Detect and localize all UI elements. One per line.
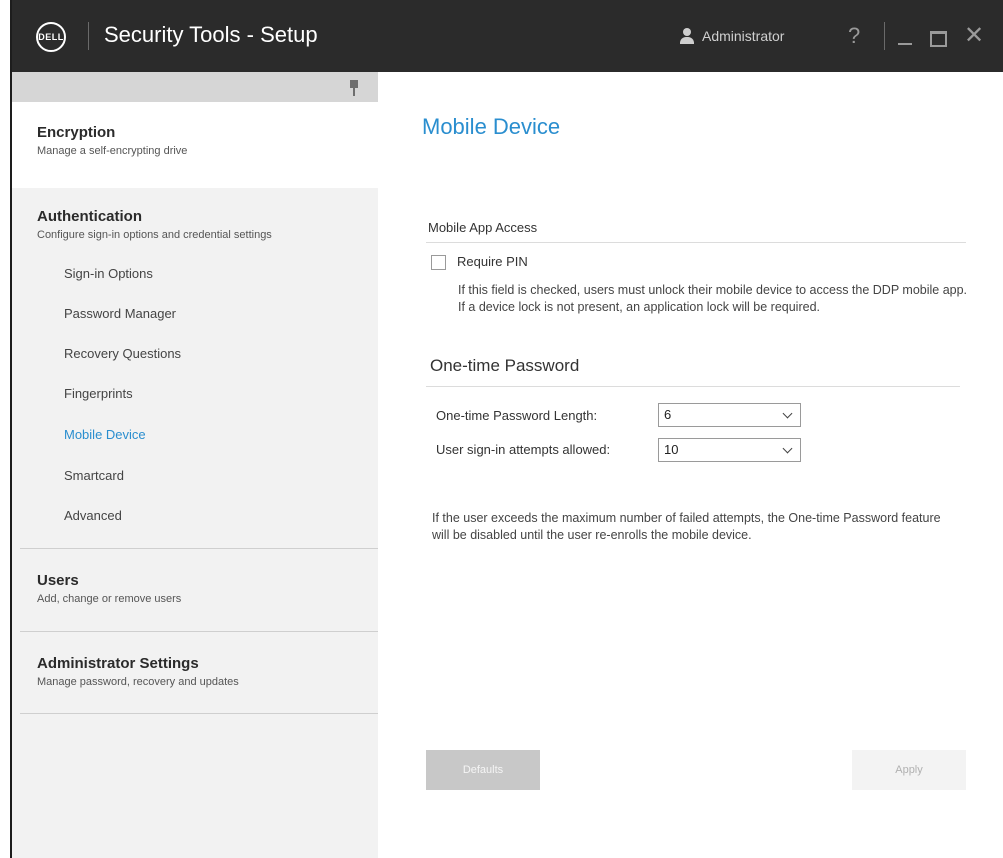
section-subtitle: Add, change or remove users bbox=[37, 593, 182, 605]
user-menu[interactable]: Administrator bbox=[680, 28, 784, 44]
require-pin-checkbox[interactable] bbox=[431, 255, 446, 270]
section-title: Administrator Settings bbox=[37, 655, 199, 672]
sidebar-pin-bar bbox=[12, 72, 378, 102]
defaults-button[interactable]: Defaults bbox=[426, 750, 540, 790]
sign-in-attempts-select[interactable]: 10 bbox=[658, 438, 801, 462]
main-panel: Mobile Device Mobile App Access Require … bbox=[378, 72, 1003, 858]
chevron-down-icon bbox=[782, 443, 793, 454]
require-pin-help-text: If this field is checked, users must unl… bbox=[458, 283, 968, 314]
sidebar-item-mobile-device[interactable]: Mobile Device bbox=[64, 427, 146, 442]
user-label: Administrator bbox=[702, 28, 785, 44]
pin-icon[interactable] bbox=[350, 80, 358, 96]
section-divider bbox=[20, 548, 378, 549]
sidebar-item-recovery-questions[interactable]: Recovery Questions bbox=[64, 346, 181, 361]
sidebar-item-smartcard[interactable]: Smartcard bbox=[64, 468, 124, 483]
section-subtitle: Configure sign-in options and credential… bbox=[37, 229, 272, 241]
app-title: Security Tools - Setup bbox=[104, 22, 318, 47]
sign-in-attempts-value: 10 bbox=[664, 442, 679, 457]
sidebar-section-administrator-settings[interactable]: Administrator Settings Manage password, … bbox=[12, 633, 378, 713]
title-bar: DELL Security Tools - Setup Administrato… bbox=[12, 0, 1003, 72]
help-icon[interactable]: ? bbox=[848, 23, 860, 49]
section-subtitle: Manage password, recovery and updates bbox=[37, 676, 239, 688]
sidebar-item-advanced[interactable]: Advanced bbox=[64, 508, 122, 523]
sidebar-section-authentication[interactable]: Authentication Configure sign-in options… bbox=[12, 186, 378, 266]
logo-text: DELL bbox=[38, 32, 64, 42]
sidebar-section-encryption[interactable]: Encryption Manage a self-encrypting driv… bbox=[12, 102, 378, 188]
sign-in-attempts-label: User sign-in attempts allowed: bbox=[436, 442, 611, 457]
minimize-icon[interactable] bbox=[898, 43, 912, 45]
sidebar: Encryption Manage a self-encrypting driv… bbox=[12, 72, 378, 858]
section-title: Encryption bbox=[37, 124, 116, 141]
otp-length-value: 6 bbox=[664, 407, 672, 422]
section-title: Authentication bbox=[37, 208, 142, 225]
user-icon bbox=[680, 28, 694, 44]
section-divider bbox=[20, 631, 378, 632]
sidebar-section-users[interactable]: Users Add, change or remove users bbox=[12, 550, 378, 630]
require-pin-label[interactable]: Require PIN bbox=[457, 254, 528, 269]
apply-button[interactable]: Apply bbox=[852, 750, 966, 790]
divider bbox=[426, 242, 966, 243]
section-title: Users bbox=[37, 572, 79, 589]
sidebar-item-sign-in-options[interactable]: Sign-in Options bbox=[64, 266, 153, 281]
sidebar-item-fingerprints[interactable]: Fingerprints bbox=[64, 386, 133, 401]
otp-length-label: One-time Password Length: bbox=[436, 408, 598, 423]
sidebar-item-password-manager[interactable]: Password Manager bbox=[64, 306, 176, 321]
dell-logo-icon: DELL bbox=[36, 22, 66, 52]
maximize-icon[interactable] bbox=[930, 31, 947, 47]
chevron-down-icon bbox=[782, 408, 793, 419]
otp-length-select[interactable]: 6 bbox=[658, 403, 801, 427]
window-controls-separator bbox=[884, 22, 885, 50]
page-title: Mobile Device bbox=[422, 114, 561, 139]
divider bbox=[426, 386, 960, 387]
section-divider bbox=[20, 713, 378, 714]
close-icon[interactable]: ✕ bbox=[964, 24, 984, 48]
title-separator bbox=[88, 22, 89, 50]
one-time-password-header: One-time Password bbox=[430, 356, 580, 375]
mobile-app-access-label: Mobile App Access bbox=[428, 220, 538, 235]
app-window: DELL Security Tools - Setup Administrato… bbox=[10, 0, 1003, 858]
section-subtitle: Manage a self-encrypting drive bbox=[37, 145, 188, 157]
otp-failed-attempts-note: If the user exceeds the maximum number o… bbox=[432, 511, 941, 542]
